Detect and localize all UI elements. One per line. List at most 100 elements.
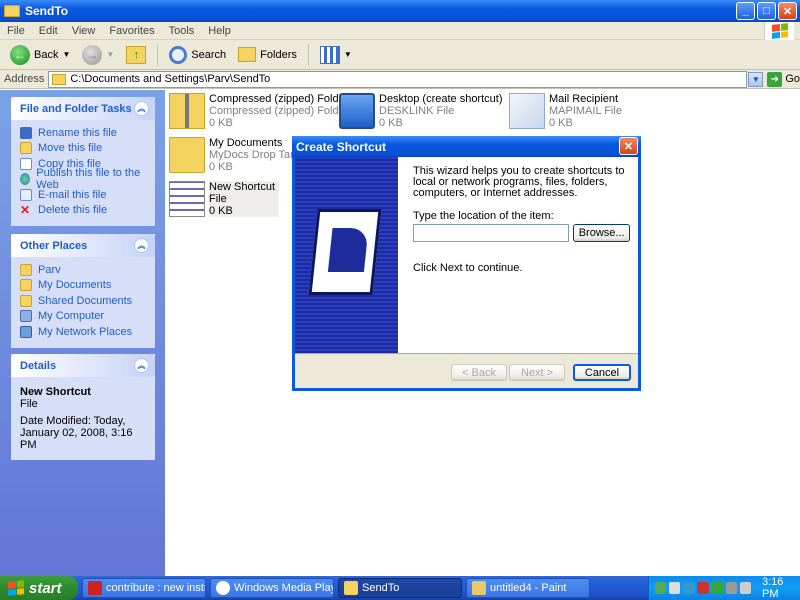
- shield-icon[interactable]: [697, 582, 709, 594]
- maximize-button[interactable]: □: [757, 2, 776, 20]
- browse-button[interactable]: Browse...: [573, 224, 630, 242]
- rename-icon: [20, 126, 32, 139]
- menu-tools[interactable]: Tools: [162, 25, 202, 37]
- minimize-button[interactable]: _: [736, 2, 755, 20]
- place-network[interactable]: My Network Places: [20, 324, 147, 340]
- menu-edit[interactable]: Edit: [32, 25, 65, 37]
- file-item[interactable]: My Documents MyDocs Drop Target 0 KB: [169, 137, 309, 173]
- task-label: E-mail this file: [38, 188, 107, 201]
- folder-icon: [344, 581, 358, 595]
- back-button[interactable]: ← Back ▼: [6, 43, 74, 67]
- system-tray: 3:16 PM: [648, 576, 800, 600]
- taskbar-item-active[interactable]: SendTo: [338, 578, 462, 598]
- location-input[interactable]: [413, 224, 570, 242]
- network-icon: [20, 325, 32, 338]
- search-icon: [169, 45, 188, 64]
- dialog-close-button[interactable]: ✕: [619, 137, 638, 155]
- task-delete[interactable]: ✕ Delete this file: [20, 203, 147, 219]
- create-shortcut-dialog: Create Shortcut ✕ This wizard helps you …: [292, 136, 641, 391]
- delete-icon: ✕: [20, 203, 31, 218]
- address-path: C:\Documents and Settings\Parv\SendTo: [70, 73, 271, 85]
- file-item-selected[interactable]: New Shortcut File 0 KB: [169, 181, 280, 217]
- file-type: MAPIMAIL File: [549, 105, 622, 117]
- folder-icon: [20, 279, 32, 292]
- taskbar-item[interactable]: Windows Media Player: [210, 578, 334, 598]
- back-wizard-button[interactable]: < Back: [451, 364, 507, 381]
- wizard-content: This wizard helps you to create shortcut…: [398, 157, 638, 353]
- location-label: Type the location of the item:: [413, 210, 554, 222]
- email-icon: [20, 188, 32, 201]
- chevron-down-icon[interactable]: ▼: [106, 50, 114, 59]
- move-icon: [20, 142, 32, 155]
- details-header[interactable]: Details ︽: [11, 354, 155, 377]
- back-arrow-icon: ←: [10, 44, 30, 65]
- clock[interactable]: 3:16 PM: [762, 576, 800, 600]
- next-wizard-button[interactable]: Next >: [509, 364, 565, 381]
- tray-icon[interactable]: [669, 582, 681, 594]
- panel-title: File and Folder Tasks: [20, 102, 132, 115]
- folders-icon: [238, 47, 257, 62]
- task-move[interactable]: Move this file: [20, 141, 147, 157]
- forward-button[interactable]: → ▼: [78, 43, 118, 67]
- go-label: Go: [785, 73, 800, 85]
- task-label: untitled4 - Paint: [490, 582, 567, 594]
- menu-favorites[interactable]: Favorites: [102, 25, 161, 37]
- views-button[interactable]: ▼: [316, 43, 356, 67]
- other-places-panel: Other Places ︽ Parv My Documents Shared …: [11, 234, 155, 348]
- menu-help[interactable]: Help: [201, 25, 238, 37]
- collapse-chevron-icon[interactable]: ︽: [134, 101, 149, 116]
- go-button[interactable]: ➜ Go: [767, 71, 800, 87]
- menu-file[interactable]: File: [0, 25, 32, 37]
- shortcut-graphic-icon: [308, 209, 382, 295]
- search-button[interactable]: Search: [165, 43, 230, 67]
- generic-file-icon: [169, 181, 205, 217]
- file-item[interactable]: Desktop (create shortcut) DESKLINK File 0 …: [339, 93, 503, 129]
- up-folder-button[interactable]: ↑: [122, 43, 150, 67]
- address-input[interactable]: C:\Documents and Settings\Parv\SendTo: [48, 70, 748, 88]
- other-places-header[interactable]: Other Places ︽: [11, 234, 155, 257]
- folders-button[interactable]: Folders: [234, 43, 301, 67]
- wizard-button-bar: < Back Next > Cancel: [295, 353, 638, 388]
- tray-icon[interactable]: [655, 582, 667, 594]
- tray-icon[interactable]: [711, 582, 723, 594]
- place-shared-documents[interactable]: Shared Documents: [20, 293, 147, 309]
- file-item[interactable]: Mail Recipient MAPIMAIL File 0 KB: [509, 93, 622, 129]
- wizard-banner: [295, 157, 398, 353]
- up-folder-icon: ↑: [126, 45, 147, 64]
- dialog-titlebar[interactable]: Create Shortcut ✕: [292, 136, 641, 157]
- browser-icon: [88, 581, 102, 595]
- chevron-down-icon[interactable]: ▼: [62, 50, 70, 59]
- file-folder-tasks-header[interactable]: File and Folder Tasks ︽: [11, 97, 155, 120]
- window-titlebar[interactable]: SendTo _ □ ✕: [0, 0, 800, 22]
- task-publish[interactable]: Publish this file to the Web: [20, 167, 147, 191]
- place-my-documents[interactable]: My Documents: [20, 278, 147, 294]
- task-label: Delete this file: [38, 204, 108, 217]
- taskbar-item[interactable]: untitled4 - Paint: [466, 578, 590, 598]
- start-label: start: [29, 579, 62, 597]
- volume-icon[interactable]: [739, 582, 751, 594]
- network-icon[interactable]: [725, 582, 737, 594]
- task-rename[interactable]: Rename this file: [20, 125, 147, 141]
- place-parv[interactable]: Parv: [20, 262, 147, 278]
- tray-icon[interactable]: [683, 582, 695, 594]
- collapse-chevron-icon[interactable]: ︽: [134, 238, 149, 253]
- computer-icon: [20, 310, 32, 323]
- file-name: New Shortcut: [209, 181, 276, 193]
- folder-icon: [20, 263, 32, 276]
- place-my-computer[interactable]: My Computer: [20, 309, 147, 325]
- collapse-chevron-icon[interactable]: ︽: [134, 358, 149, 373]
- window-title: SendTo: [25, 4, 69, 18]
- place-label: Parv: [38, 263, 61, 276]
- file-size: 0 KB: [379, 117, 403, 129]
- cancel-button[interactable]: Cancel: [573, 364, 631, 381]
- start-button[interactable]: start: [0, 576, 78, 600]
- menu-view[interactable]: View: [65, 25, 103, 37]
- task-label: SendTo: [362, 582, 400, 594]
- file-type: File: [209, 193, 227, 205]
- mail-recipient-icon: [509, 93, 545, 129]
- media-player-icon: [216, 581, 230, 595]
- file-size: 0 KB: [209, 205, 233, 217]
- close-button[interactable]: ✕: [778, 2, 797, 20]
- address-dropdown-button[interactable]: ▼: [748, 71, 764, 87]
- taskbar-item[interactable]: contribute : new instr...: [82, 578, 206, 598]
